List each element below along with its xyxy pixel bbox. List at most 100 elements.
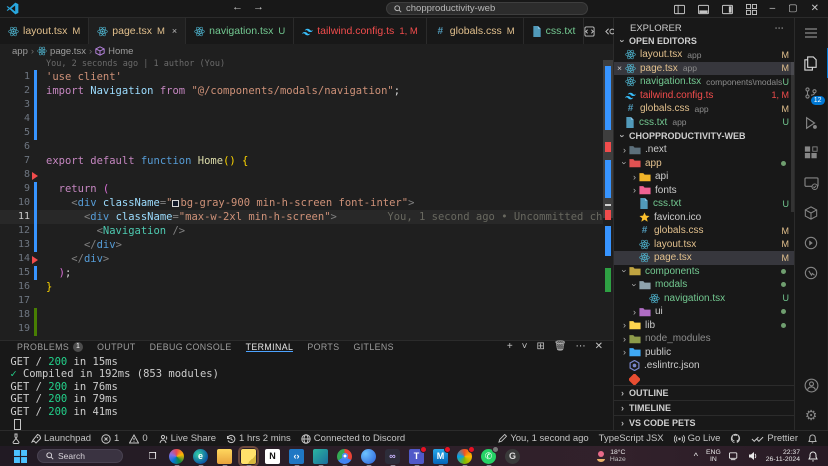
tab-tailwind.config.ts[interactable]: tailwind.config.ts1, M [294, 18, 427, 44]
toggle-panel-icon[interactable] [698, 4, 709, 15]
kill-terminal-icon[interactable]: 🗑 [554, 341, 567, 352]
code-line-3[interactable]: 3 [0, 98, 613, 112]
tree-item-page.tsx[interactable]: page.tsxM [614, 251, 794, 265]
code-line-5[interactable]: 5 [0, 126, 613, 140]
tree-item-partial[interactable] [614, 373, 794, 386]
open-editor-navigation.tsx[interactable]: navigation.tsxcomponents\modalsU [614, 75, 794, 89]
tree-item-globals.css[interactable]: #globals.cssM [614, 224, 794, 238]
tree-item-components[interactable]: ›components [614, 265, 794, 279]
tab-close-icon[interactable]: × [172, 26, 177, 36]
close-button[interactable]: ✕ [811, 0, 819, 18]
status-bell[interactable] [803, 434, 822, 444]
photos-app-icon[interactable] [169, 449, 184, 464]
start-button[interactable] [14, 450, 27, 463]
more-actions-icon[interactable]: ⋯ [576, 341, 586, 352]
sidebar-section-timeline[interactable]: ›TIMELINE [614, 400, 794, 415]
status-1-hrs-2-mins[interactable]: 1 hrs 2 mins [221, 433, 296, 444]
nav-back-button[interactable]: ← [232, 1, 243, 13]
tab-navigation.tsx[interactable]: navigation.tsxU [186, 18, 294, 44]
code-line-1[interactable]: 1'use client' [0, 70, 613, 84]
edge-app-icon[interactable]: e [193, 449, 208, 464]
gitlens-inspect-icon[interactable] [795, 258, 828, 288]
status-go-live[interactable]: Go Live [669, 433, 726, 444]
code-line-12[interactable]: 12 <Navigation /> [0, 224, 613, 238]
open-editor-layout.tsx[interactable]: layout.tsxappM [614, 48, 794, 62]
code-line-14[interactable]: 14 </div> [0, 252, 613, 266]
notion-app-icon[interactable]: N [265, 449, 280, 464]
sidebar-section-outline[interactable]: ›OUTLINE [614, 385, 794, 400]
code-line-7[interactable]: 7export default function Home() { [0, 154, 613, 168]
code-line-8[interactable]: 8 [0, 168, 613, 182]
extensions-icon[interactable] [795, 138, 828, 168]
workspace-root-header[interactable]: ›CHOPPRODUCTIVITY-WEB [614, 129, 794, 143]
account-icon[interactable] [795, 370, 828, 400]
close-panel-icon[interactable]: ✕ [595, 341, 603, 352]
status-1[interactable]: 1 [96, 433, 124, 444]
code-line-2[interactable]: 2import Navigation from "@/components/mo… [0, 84, 613, 98]
status-you-1-second-ago[interactable]: You, 1 second ago [493, 433, 593, 444]
tree-item-lib[interactable]: ›lib [614, 319, 794, 333]
source-control-icon[interactable]: 12 [795, 78, 828, 108]
toggle-secondary-sidebar-icon[interactable] [722, 4, 733, 15]
game-bar-app-icon[interactable]: G [505, 449, 520, 464]
vscode-app-icon[interactable]: ‹› [289, 449, 304, 464]
close-editor-icon[interactable]: × [614, 63, 625, 73]
tab-page.tsx[interactable]: page.tsxM× [89, 18, 186, 44]
status-github[interactable] [725, 433, 746, 444]
code-line-16[interactable]: 16} [0, 280, 613, 294]
task-view-app-icon[interactable]: ❒ [145, 449, 160, 464]
terminal-app-icon[interactable] [313, 449, 328, 464]
panel-tab-problems[interactable]: PROBLEMS1 [10, 341, 90, 353]
media-app-icon[interactable] [457, 449, 472, 464]
live-preview-icon[interactable] [795, 168, 828, 198]
open-editor-page.tsx[interactable]: ×page.tsxappM [614, 62, 794, 76]
panel-tab-debug-console[interactable]: DEBUG CONSOLE [143, 341, 239, 353]
panel-tab-terminal[interactable]: TERMINAL [239, 341, 301, 353]
code-line-6[interactable]: 6 [0, 140, 613, 154]
chrome-app-icon[interactable] [337, 449, 352, 464]
code-line-15[interactable]: 15 ); [0, 266, 613, 280]
toggle-sidebar-icon[interactable] [674, 4, 685, 15]
notification-bell-icon[interactable] [808, 451, 818, 462]
open-editor-tailwind.config.ts[interactable]: tailwind.config.ts1, M [614, 89, 794, 103]
teams-app-icon[interactable]: T [409, 449, 424, 464]
status-beaker[interactable] [6, 433, 26, 444]
code-line-9[interactable]: 9 return ( [0, 182, 613, 196]
status-typescript-jsx[interactable]: TypeScript JSX [594, 433, 669, 444]
open-editor-globals.css[interactable]: #globals.cssappM [614, 102, 794, 116]
taskbar-search[interactable]: Search [37, 449, 123, 463]
sidebar-section-vs-code-pets[interactable]: ›VS CODE PETS [614, 415, 794, 430]
split-terminal-icon[interactable]: ⊞ [537, 341, 545, 352]
gitlens-icon[interactable] [795, 228, 828, 258]
breadcrumb-item-app[interactable]: app [12, 46, 28, 57]
code-line-10[interactable]: 10 <div className="bg-gray-900 min-h-scr… [0, 196, 613, 210]
terminal-dropdown-icon[interactable]: ˅ [522, 341, 528, 352]
tree-item-.eslintrc.json[interactable]: .eslintrc.json [614, 359, 794, 373]
menu-icon[interactable] [795, 18, 828, 48]
tab-layout.tsx[interactable]: layout.tsxM [0, 18, 89, 44]
breadcrumb[interactable]: app›page.tsx›Home [0, 44, 613, 58]
code-editor[interactable]: You, 2 seconds ago | 1 author (You)1'use… [0, 58, 613, 340]
command-center-search[interactable]: chopproductivity-web [386, 2, 588, 15]
panel-tab-gitlens[interactable]: GITLENS [346, 341, 400, 353]
status-prettier[interactable]: Prettier [746, 433, 803, 444]
package-icon[interactable] [795, 198, 828, 228]
tab-css.txt[interactable]: css.txt [524, 18, 585, 44]
tab-globals.css[interactable]: #globals.cssM [427, 18, 524, 44]
status-0[interactable]: 0 [124, 433, 152, 444]
mail-app-icon[interactable]: M [433, 449, 448, 464]
breadcrumb-item-page.tsx[interactable]: page.tsx [37, 46, 86, 57]
status-launchpad[interactable]: Launchpad [26, 433, 96, 444]
language-indicator[interactable]: ENGIN [706, 449, 721, 463]
status-live-share[interactable]: Live Share [153, 433, 221, 444]
tree-item-app[interactable]: ›app [614, 157, 794, 171]
tree-item-favicon.ico[interactable]: favicon.ico [614, 211, 794, 225]
maximize-button[interactable]: ▢ [788, 0, 797, 18]
tree-item-public[interactable]: ›public [614, 346, 794, 360]
tree-item-ui[interactable]: ›ui [614, 305, 794, 319]
tree-item-.next[interactable]: ›.next [614, 143, 794, 157]
loop-app-icon[interactable]: ∞ [385, 449, 400, 464]
tailwind-color-decorator[interactable] [172, 200, 179, 207]
code-line-17[interactable]: 17 [0, 294, 613, 308]
tree-item-modals[interactable]: ›modals [614, 278, 794, 292]
